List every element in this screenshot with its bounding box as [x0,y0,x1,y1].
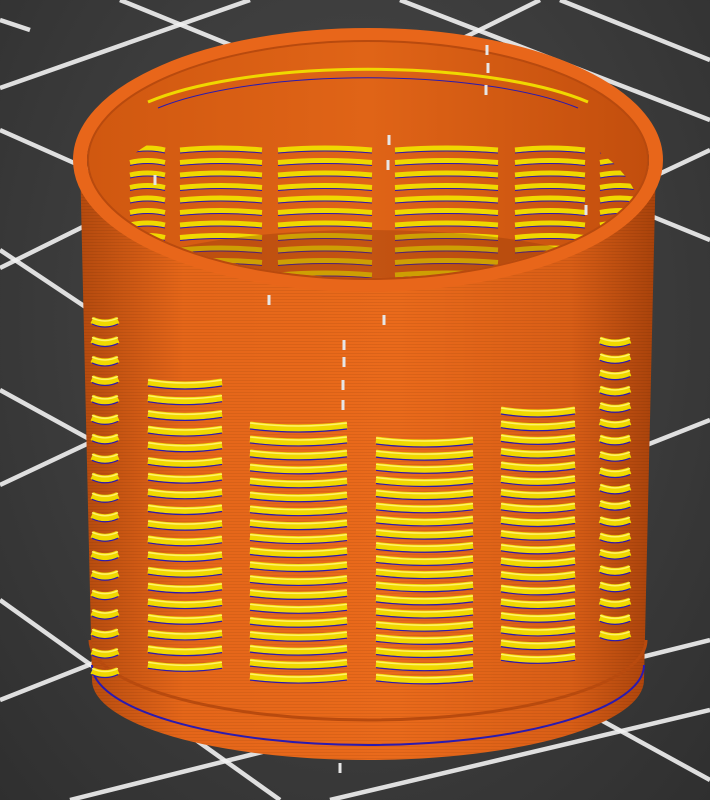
interior-slot-infill [514,208,586,215]
seam-marker [341,380,345,390]
interior-slot-infill [179,170,263,178]
interior-slot-infill [394,195,499,203]
interior-slot-infill [277,158,373,165]
slotted-cylinder-model[interactable] [73,28,663,773]
interior-slot-infill [129,220,166,228]
interior-slot-infill [277,183,373,190]
interior-slot-infill [179,195,263,203]
interior-slot-infill [129,170,166,178]
interior-slot-infill [514,220,586,228]
interior-slot-infill [394,145,499,153]
interior-slot-infill [514,195,586,203]
3d-scene[interactable] [0,0,710,800]
interior-slot-infill [277,208,373,215]
seam-marker [342,340,346,350]
interior-slot-infill [394,158,499,165]
interior-slot-infill [277,170,373,178]
interior-slot-infill [179,145,263,153]
interior-slot-infill [129,208,166,215]
seam-marker [584,205,588,215]
grid-line [0,17,31,33]
interior-slot-infill [514,183,586,190]
grid-line [559,0,710,63]
interior-slot-infill [129,158,166,165]
interior-slot-infill [514,170,586,178]
seam-marker [267,295,271,305]
interior-slot-infill [394,208,499,215]
seam-marker [341,400,345,410]
seam-marker [486,63,490,73]
interior-slot-infill [277,145,373,153]
interior-slot-infill [394,220,499,228]
interior-slot-infill [129,195,166,203]
interior-slot-infill [129,183,166,190]
interior-slot-infill [179,158,263,165]
3d-preview-viewport[interactable] [0,0,710,800]
interior-slot-infill [179,208,263,215]
seam-marker [338,763,342,773]
seam-marker [485,45,489,55]
seam-marker [382,315,386,325]
seam-marker [153,175,157,185]
interior-slot-infill [277,195,373,203]
interior-slot-infill [514,145,586,153]
interior-slot-infill [277,220,373,228]
interior-slot-infill [394,183,499,190]
interior-slot-infill [179,220,263,228]
seam-marker [386,160,390,170]
interior-slot-infill [514,233,586,240]
seam-marker [484,85,488,95]
interior-slot-infill [394,170,499,178]
interior-slot-infill [514,158,586,165]
interior-slot-infill [179,183,263,190]
seam-marker [342,357,346,367]
seam-marker [387,135,391,145]
